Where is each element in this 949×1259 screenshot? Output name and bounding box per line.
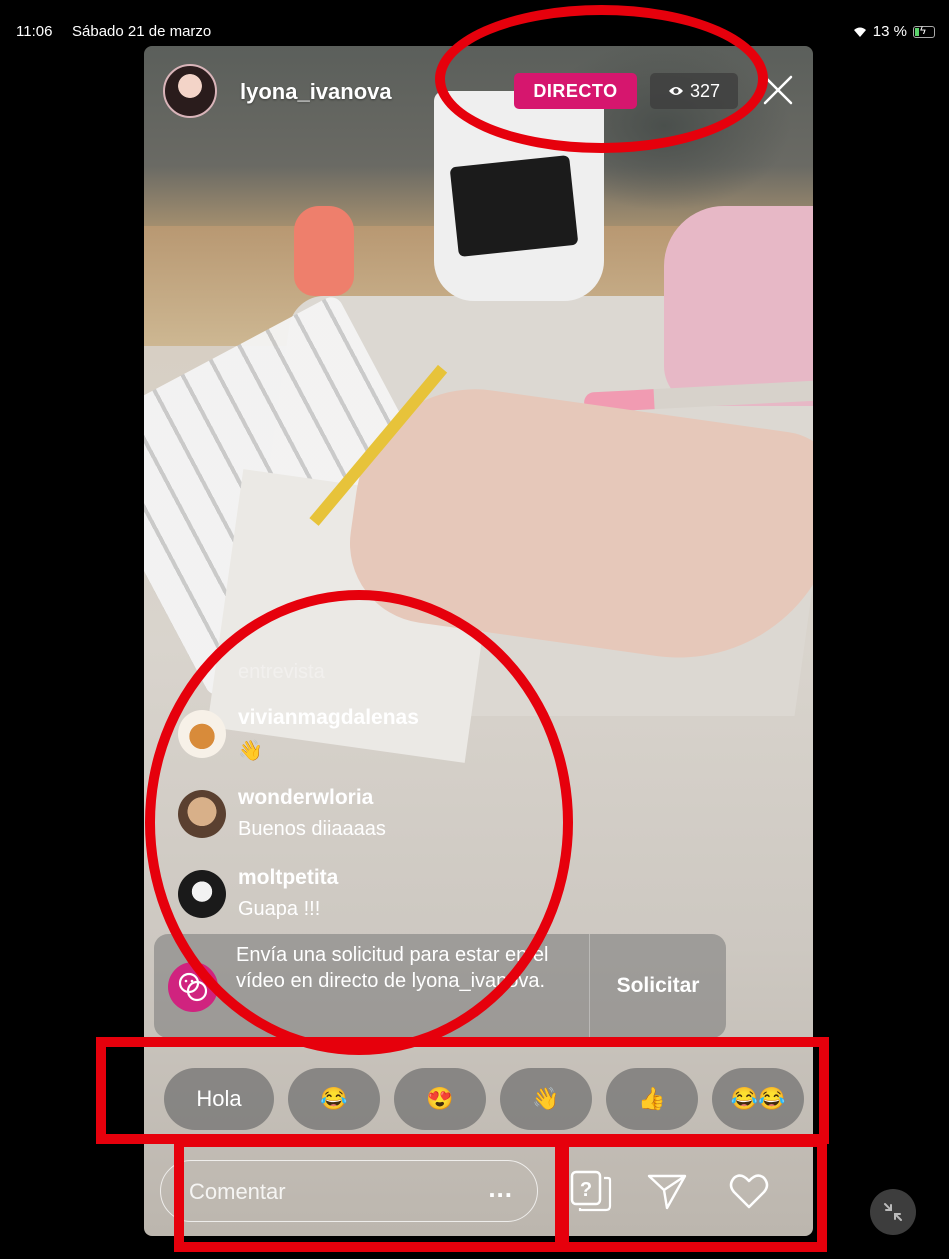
eye-icon bbox=[668, 85, 684, 97]
join-request-card: Envía una solicitud para estar en el víd… bbox=[154, 934, 726, 1038]
comment-placeholder: Comentar bbox=[189, 1179, 286, 1204]
quick-reply-chip[interactable]: 👍 bbox=[606, 1068, 698, 1130]
minimize-icon bbox=[884, 1203, 902, 1221]
status-indicators: 13 % ϟ bbox=[853, 23, 935, 40]
question-icon[interactable]: ? bbox=[568, 1168, 614, 1214]
commenter-avatar[interactable] bbox=[178, 870, 226, 918]
quick-reply-chip[interactable]: 😍 bbox=[394, 1068, 486, 1130]
commenter-username[interactable]: moltpetita bbox=[238, 866, 338, 890]
comment-item: moltpetita Guapa !!! bbox=[164, 862, 584, 942]
more-options-icon[interactable]: ... bbox=[488, 1173, 513, 1204]
minimize-button[interactable] bbox=[870, 1189, 916, 1235]
live-badge: DIRECTO bbox=[514, 73, 637, 109]
commenter-username[interactable]: vivianmagdalenas bbox=[238, 706, 419, 730]
wifi-icon bbox=[853, 27, 866, 37]
comments-feed: entrevista vivianmagdalenas 👋 wonderwlor… bbox=[164, 661, 584, 942]
quick-reply-chip[interactable]: 😂 bbox=[288, 1068, 380, 1130]
composer-bar: Comentar ... ? bbox=[144, 1146, 813, 1236]
battery-percentage: 13 % bbox=[872, 23, 907, 40]
comment-text: Buenos diiaaaas bbox=[238, 818, 386, 840]
host-username[interactable]: lyona_ivanova bbox=[240, 79, 392, 105]
heart-icon[interactable] bbox=[726, 1168, 772, 1214]
comment-text: 👋 bbox=[238, 740, 263, 762]
svg-text:?: ? bbox=[580, 1179, 592, 1201]
battery-icon: ϟ bbox=[913, 25, 935, 38]
video-pouch bbox=[664, 206, 813, 406]
viewer-count-badge[interactable]: 327 bbox=[650, 73, 738, 109]
request-join-button[interactable]: Solicitar bbox=[590, 934, 726, 1038]
quick-reply-chip[interactable]: 👋 bbox=[500, 1068, 592, 1130]
live-header: lyona_ivanova DIRECTO 327 bbox=[144, 46, 813, 126]
quick-replies: Hola 😂 😍 👋 👍 😂😂 bbox=[164, 1068, 813, 1132]
status-bar: 11:06 Sábado 21 de marzo 13 % ϟ bbox=[0, 0, 949, 44]
commenter-avatar[interactable] bbox=[178, 710, 226, 758]
close-icon[interactable] bbox=[762, 74, 794, 106]
comment-item: wonderwloria Buenos diiaaaas bbox=[164, 782, 584, 862]
send-icon[interactable] bbox=[644, 1168, 690, 1214]
live-video[interactable]: lyona_ivanova DIRECTO 327 entrevista viv… bbox=[144, 46, 813, 1236]
quick-reply-chip[interactable]: Hola bbox=[164, 1068, 274, 1130]
comment-input[interactable]: Comentar ... bbox=[160, 1160, 538, 1222]
commenter-username[interactable]: wonderwloria bbox=[238, 786, 373, 810]
faded-comment: entrevista bbox=[238, 661, 325, 683]
comment-text: Guapa !!! bbox=[238, 898, 321, 920]
status-date: Sábado 21 de marzo bbox=[72, 23, 212, 40]
comment-item: vivianmagdalenas 👋 bbox=[164, 702, 584, 782]
host-avatar[interactable] bbox=[163, 64, 217, 118]
video-bunny-figure bbox=[294, 206, 354, 296]
join-request-text: Envía una solicitud para estar en el víd… bbox=[236, 944, 549, 992]
quick-reply-chip[interactable]: 😂😂 bbox=[712, 1068, 804, 1130]
join-live-icon bbox=[168, 962, 218, 1012]
status-time: 11:06 bbox=[16, 23, 53, 40]
viewer-count: 327 bbox=[689, 80, 721, 101]
commenter-avatar[interactable] bbox=[178, 790, 226, 838]
